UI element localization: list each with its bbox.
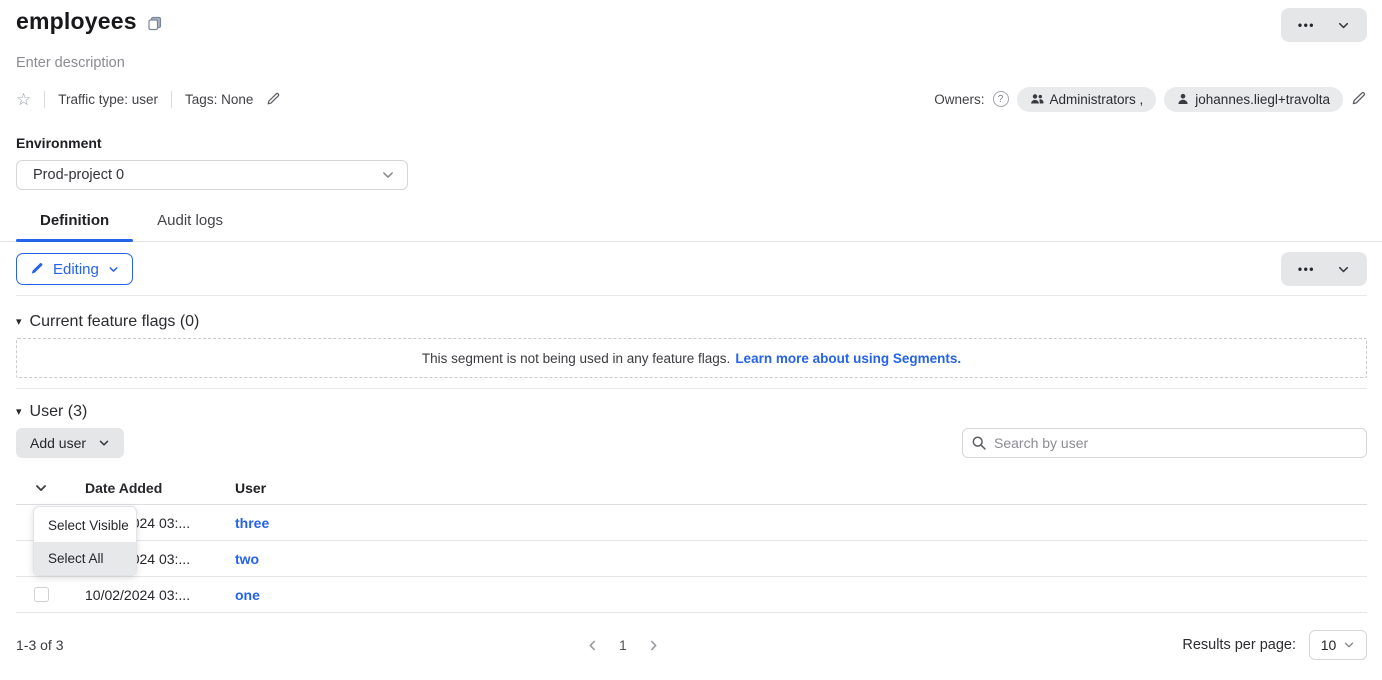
editing-button[interactable]: Editing — [16, 253, 133, 285]
divider — [171, 91, 172, 108]
table-row: 10/02/2024 03:... three — [16, 505, 1367, 541]
divider — [16, 388, 1367, 389]
feature-flags-title: Current feature flags (0) — [30, 313, 200, 331]
ellipsis-icon: ••• — [1298, 263, 1315, 275]
user-link[interactable]: three — [235, 515, 269, 531]
chevron-right-icon — [647, 639, 660, 652]
user-search — [962, 428, 1367, 458]
user-link[interactable]: one — [235, 587, 260, 603]
edit-owners-icon[interactable] — [1351, 91, 1367, 107]
tab-audit-logs[interactable]: Audit logs — [133, 212, 247, 241]
title-group: employees — [16, 8, 162, 35]
divider — [44, 91, 45, 108]
owner-badge-administrators[interactable]: Administrators , — [1017, 87, 1157, 112]
user-section-toggle[interactable]: ▾ User (3) — [16, 403, 1367, 421]
owner-badge-user[interactable]: johannes.liegl+travolta — [1164, 87, 1343, 112]
tags-label: Tags: None — [185, 92, 253, 107]
results-range: 1-3 of 3 — [16, 637, 63, 653]
tab-definition[interactable]: Definition — [16, 212, 133, 241]
page-title: employees — [16, 8, 137, 35]
chevron-down-icon — [1337, 263, 1350, 276]
help-icon[interactable]: ? — [993, 91, 1009, 107]
collapse-caret-icon: ▾ — [16, 407, 22, 418]
user-table: Date Added User 10/02/2024 03:... three … — [16, 472, 1367, 613]
results-per-page-select[interactable]: 10 — [1309, 630, 1367, 660]
column-header-date: Date Added — [85, 480, 235, 496]
results-per-page-label: Results per page: — [1182, 637, 1296, 653]
table-row: 10/02/2024 03:... one — [16, 577, 1367, 613]
flags-empty-state: This segment is not being used in any fe… — [16, 338, 1367, 378]
table-header-row: Date Added User — [16, 472, 1367, 505]
chevron-down-icon — [98, 437, 110, 449]
feature-flags-section: ▾ Current feature flags (0) This segment… — [16, 313, 1367, 389]
select-dropdown-toggle[interactable] — [34, 481, 48, 495]
segment-page: employees ••• Enter description ☆ Traffi… — [0, 0, 1382, 660]
definition-actions: ••• — [1281, 252, 1367, 286]
group-icon — [1030, 93, 1044, 105]
owners-label: Owners: — [934, 92, 984, 107]
owner-badge-label: johannes.liegl+travolta — [1195, 92, 1330, 107]
environment-label: Environment — [16, 135, 1367, 151]
search-input[interactable] — [962, 428, 1367, 458]
previous-page-button[interactable] — [586, 639, 599, 652]
current-page[interactable]: 1 — [619, 637, 627, 653]
add-user-label: Add user — [30, 435, 86, 451]
meta-row: ☆ Traffic type: user Tags: None Owners: … — [16, 86, 1367, 112]
ellipsis-icon: ••• — [1298, 19, 1315, 31]
meta-left: ☆ Traffic type: user Tags: None — [16, 91, 281, 108]
add-user-button[interactable]: Add user — [16, 428, 124, 458]
header: employees ••• — [16, 8, 1367, 42]
user-controls: Add user — [16, 428, 1367, 458]
chevron-down-icon — [1337, 19, 1350, 32]
description-field[interactable]: Enter description — [16, 55, 1367, 71]
definition-actions-dropdown-button[interactable] — [1326, 252, 1361, 286]
chevron-down-icon — [381, 168, 395, 182]
user-link[interactable]: two — [235, 551, 259, 567]
results-per-page-value: 10 — [1321, 637, 1337, 653]
select-all-cell — [16, 481, 85, 495]
environment-value: Prod-project 0 — [33, 167, 124, 183]
editing-label: Editing — [53, 261, 99, 278]
user-section-title: User (3) — [30, 403, 88, 421]
pencil-icon — [30, 262, 44, 276]
person-icon — [1177, 93, 1189, 105]
header-actions-dropdown-button[interactable] — [1326, 8, 1361, 42]
owner-badge-label: Administrators , — [1050, 92, 1144, 107]
results-per-page: Results per page: 10 — [1182, 630, 1367, 660]
column-header-user: User — [235, 480, 1367, 496]
chevron-down-icon — [108, 264, 119, 275]
row-date: 10/02/2024 03:... — [85, 587, 235, 603]
user-section: ▾ User (3) Add user — [16, 403, 1367, 660]
header-actions: ••• — [1281, 8, 1367, 42]
environment-select[interactable]: Prod-project 0 — [16, 160, 408, 190]
feature-flags-section-toggle[interactable]: ▾ Current feature flags (0) — [16, 313, 1367, 331]
menu-item-select-all[interactable]: Select All — [34, 542, 136, 575]
row-checkbox[interactable] — [34, 587, 49, 602]
owners-group: Owners: ? Administrators , johannes.lieg… — [934, 87, 1367, 112]
chevron-left-icon — [586, 639, 599, 652]
learn-more-link[interactable]: Learn more about using Segments. — [735, 351, 961, 366]
definition-toolbar: Editing ••• — [16, 252, 1367, 296]
more-options-button[interactable]: ••• — [1287, 8, 1326, 42]
traffic-type-label: Traffic type: user — [58, 92, 158, 107]
favorite-star-icon[interactable]: ☆ — [16, 91, 31, 108]
search-icon — [971, 435, 987, 451]
collapse-caret-icon: ▾ — [16, 317, 22, 328]
pagination: 1 — [63, 637, 1182, 653]
table-footer: 1-3 of 3 1 Results per page: 10 — [16, 630, 1367, 660]
flags-empty-text: This segment is not being used in any fe… — [422, 351, 730, 366]
edit-tags-icon[interactable] — [266, 92, 281, 107]
next-page-button[interactable] — [647, 639, 660, 652]
tab-bar: Definition Audit logs — [0, 212, 1382, 242]
menu-item-select-visible[interactable]: Select Visible — [34, 509, 136, 542]
chevron-down-icon — [1343, 639, 1355, 651]
copy-icon[interactable] — [147, 16, 162, 31]
chevron-down-icon — [34, 481, 48, 495]
select-dropdown-menu: Select Visible Select All — [33, 506, 137, 576]
more-options-button[interactable]: ••• — [1287, 252, 1326, 286]
table-row: 10/02/2024 03:... two — [16, 541, 1367, 577]
